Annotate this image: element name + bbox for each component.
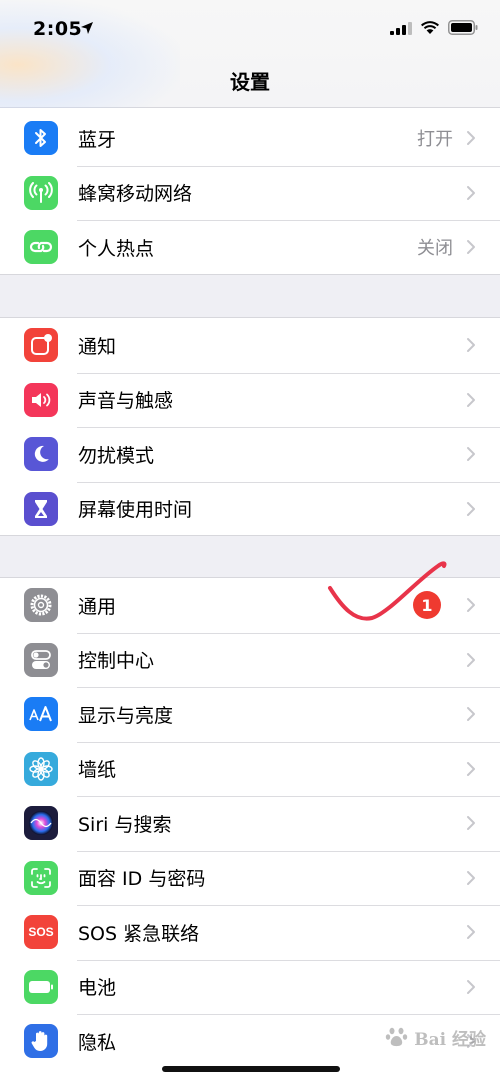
settings-row-label: SOS 紧急联络: [78, 922, 200, 945]
settings-row-display[interactable]: 显示与亮度: [0, 687, 500, 742]
row-separator: [77, 850, 500, 852]
settings-row-label: 通知: [78, 335, 117, 358]
chevron-right-icon: [467, 447, 475, 462]
row-separator: [77, 372, 500, 374]
battery-icon: [24, 969, 58, 1004]
cellular-antenna-icon: [24, 175, 58, 210]
paw-logo-icon: [386, 1027, 408, 1047]
settings-row-label: 显示与亮度: [78, 704, 174, 727]
row-separator: [77, 1014, 500, 1015]
gear-icon: [24, 588, 58, 623]
row-separator: [77, 741, 500, 743]
flower-icon: [24, 751, 58, 786]
settings-row-bluetooth[interactable]: 蓝牙 打开: [0, 111, 500, 166]
hourglass-icon: [24, 491, 58, 526]
settings-row-label: 电池: [78, 977, 117, 1000]
siri-icon: [24, 806, 58, 841]
settings-row-label: 个人热点: [78, 237, 155, 260]
settings-screen: 2:05 设置 蓝牙 打开 蜂窝移动网络 个人热点 关闭 通知 声音与触感 勿扰…: [0, 0, 500, 1083]
chevron-right-icon: [467, 816, 475, 831]
settings-row-control-center[interactable]: 控制中心: [0, 632, 500, 688]
face-id-icon: [24, 860, 58, 895]
row-separator: [77, 796, 500, 797]
page-title: 设置: [230, 70, 270, 94]
chevron-right-icon: [467, 761, 475, 776]
status-icons: [390, 20, 478, 35]
settings-row-screen-time[interactable]: 屏幕使用时间: [0, 481, 500, 537]
row-separator: [77, 165, 500, 167]
chevron-right-icon: [467, 131, 475, 146]
sos-icon: SOS: [24, 915, 58, 950]
moon-icon: [24, 437, 58, 472]
row-separator: [77, 220, 500, 221]
settings-row-label: 蓝牙: [78, 128, 117, 151]
bluetooth-status-value: 打开: [417, 129, 453, 151]
settings-group-notifications: 通知 声音与触感 勿扰模式 屏幕使用时间: [0, 317, 500, 536]
settings-row-label: 声音与触感: [78, 390, 174, 413]
baidu-watermark: Bai 经验: [384, 1024, 486, 1050]
chevron-right-icon: [467, 185, 475, 200]
speaker-icon: [24, 382, 58, 417]
sos-icon-text: SOS: [28, 925, 54, 940]
chevron-right-icon: [467, 392, 475, 407]
row-separator: [77, 959, 500, 961]
settings-group-general: 通用 1 控制中心 显示与亮度 墙纸 Siri 与搜索 面容 ID 与密码 SO…: [0, 577, 500, 1083]
settings-row-label: 蜂窝移动网络: [78, 183, 193, 206]
settings-row-siri[interactable]: Siri 与搜索: [0, 796, 500, 851]
signal-bars-icon: [390, 21, 412, 35]
settings-row-label: 面容 ID 与密码: [78, 868, 206, 891]
chevron-right-icon: [467, 870, 475, 885]
chevron-right-icon: [467, 652, 475, 667]
settings-row-hotspot[interactable]: 个人热点 关闭: [0, 220, 500, 275]
settings-row-face-id[interactable]: 面容 ID 与密码: [0, 850, 500, 906]
row-separator: [77, 481, 500, 483]
chevron-right-icon: [467, 338, 475, 353]
hotspot-status-value: 关闭: [417, 238, 453, 260]
settings-row-do-not-disturb[interactable]: 勿扰模式: [0, 427, 500, 482]
settings-row-sounds[interactable]: 声音与触感: [0, 372, 500, 428]
status-time: 2:05: [33, 18, 83, 40]
watermark-text: Bai 经验: [414, 1029, 486, 1050]
settings-row-label: 通用: [78, 595, 117, 618]
settings-row-label: 墙纸: [78, 759, 117, 782]
settings-row-label: 勿扰模式: [78, 444, 155, 467]
settings-row-battery[interactable]: 电池: [0, 959, 500, 1015]
settings-row-label: 隐私: [78, 1031, 117, 1054]
settings-row-notifications[interactable]: 通知: [0, 318, 500, 373]
top-bar: 2:05 设置: [0, 0, 500, 108]
row-separator: [77, 632, 500, 634]
row-separator: [77, 687, 500, 688]
row-separator: [77, 427, 500, 428]
battery-status-icon: [448, 20, 478, 35]
chevron-right-icon: [467, 501, 475, 516]
text-size-icon: [24, 697, 58, 732]
settings-row-cellular[interactable]: 蜂窝移动网络: [0, 165, 500, 221]
location-arrow-icon: [81, 22, 93, 34]
notifications-icon: [24, 328, 58, 363]
settings-row-label: 屏幕使用时间: [78, 499, 193, 522]
personal-hotspot-icon: [24, 230, 58, 265]
settings-row-label: 控制中心: [78, 650, 155, 673]
chevron-right-icon: [467, 240, 475, 255]
chevron-right-icon: [467, 925, 475, 940]
settings-row-sos[interactable]: SOS SOS 紧急联络: [0, 905, 500, 960]
chevron-right-icon: [467, 707, 475, 722]
row-separator: [77, 905, 500, 906]
settings-group-connectivity: 蓝牙 打开 蜂窝移动网络 个人热点 关闭: [0, 100, 500, 275]
checkmark-annotation: [328, 561, 447, 621]
wifi-icon: [421, 21, 439, 34]
bluetooth-icon: [24, 121, 58, 156]
settings-row-label: Siri 与搜索: [78, 813, 172, 836]
toggles-icon: [24, 642, 58, 677]
chevron-right-icon: [467, 598, 475, 613]
settings-row-wallpaper[interactable]: 墙纸: [0, 741, 500, 797]
chevron-right-icon: [467, 979, 475, 994]
home-indicator[interactable]: [162, 1066, 340, 1072]
hand-icon: [24, 1024, 58, 1059]
